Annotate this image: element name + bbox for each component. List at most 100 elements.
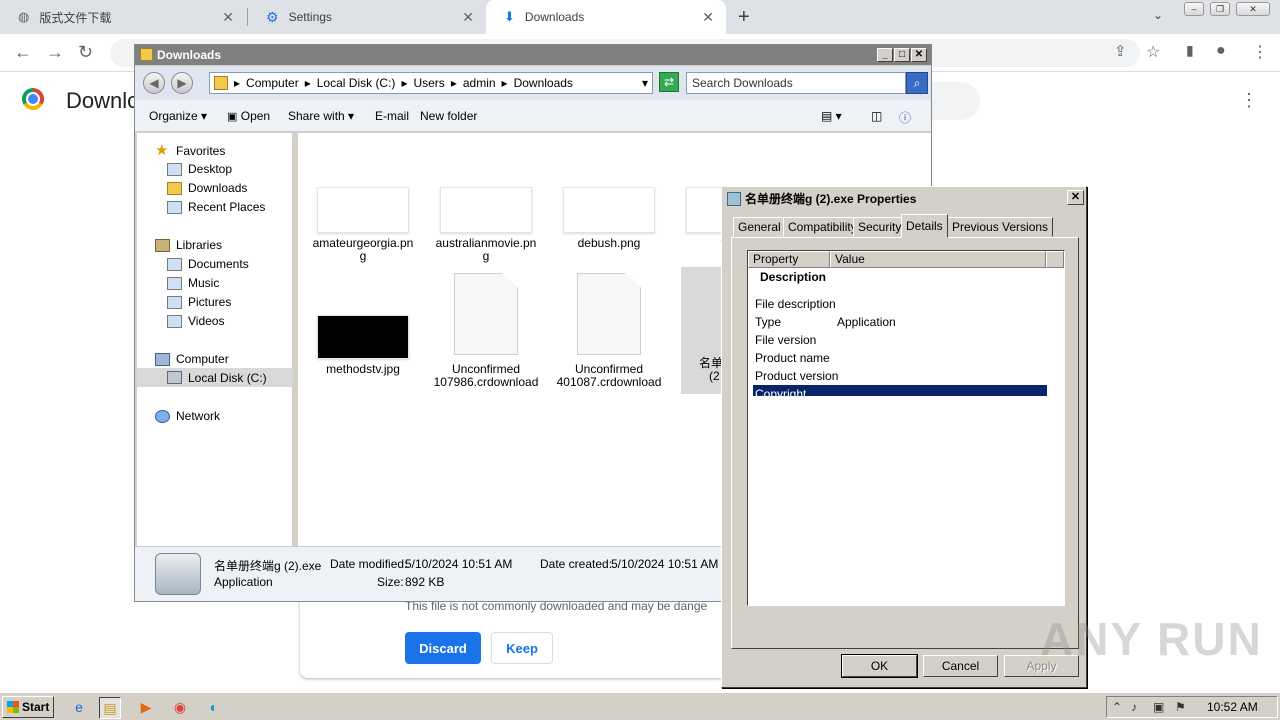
file-item[interactable]: methodstv.jpg bbox=[308, 315, 418, 376]
navigation-pane: ★ Favorites Desktop Downloads Recent Plac… bbox=[137, 133, 295, 546]
close-button[interactable]: ✕ bbox=[911, 48, 927, 62]
forward-icon[interactable]: → bbox=[46, 42, 64, 63]
property-list[interactable]: Property Value Description File descript… bbox=[747, 250, 1065, 606]
keep-button[interactable]: Keep bbox=[491, 632, 553, 664]
property-row-selected[interactable]: Copyright bbox=[753, 385, 1047, 396]
maximize-button[interactable]: □ bbox=[894, 48, 910, 62]
nav-music[interactable]: Music bbox=[167, 276, 219, 290]
nav-pictures[interactable]: Pictures bbox=[167, 295, 231, 309]
chevron-down-icon[interactable]: ⌄ bbox=[1153, 8, 1163, 22]
cancel-button[interactable]: Cancel bbox=[923, 655, 998, 677]
chrome-taskbar-icon[interactable]: ◉ bbox=[169, 697, 191, 719]
nav-recent-places[interactable]: Recent Places bbox=[167, 200, 265, 214]
breadcrumb-admin[interactable]: admin bbox=[463, 76, 496, 90]
property-row[interactable]: File version bbox=[753, 333, 1047, 347]
side-panel-icon[interactable]: ▮ bbox=[1186, 42, 1194, 59]
more-options-icon[interactable]: ⋮ bbox=[1240, 90, 1258, 111]
volume-icon[interactable]: ♪ bbox=[1131, 700, 1137, 714]
search-icon[interactable]: ⌕ bbox=[906, 72, 928, 94]
share-icon[interactable]: ⇪ bbox=[1114, 42, 1127, 60]
edge-icon[interactable]: ◐ bbox=[203, 697, 225, 719]
tab-settings[interactable]: ⚙ Settings ✕ bbox=[248, 0, 486, 34]
dialog-title-bar[interactable]: 名单册终端g (2).exe Properties bbox=[724, 189, 1084, 209]
forward-icon[interactable]: ▶ bbox=[171, 72, 193, 94]
property-row[interactable]: Product name bbox=[753, 351, 1047, 365]
action-center-flag-icon[interactable]: ⚑ bbox=[1175, 700, 1186, 714]
breadcrumb-users[interactable]: Users bbox=[413, 76, 444, 90]
show-hidden-icons-icon[interactable]: ⌃ bbox=[1112, 700, 1122, 714]
close-icon[interactable]: ✕ bbox=[462, 9, 474, 26]
network-tray-icon[interactable]: ▣ bbox=[1153, 700, 1164, 714]
explorer-title-bar[interactable]: Downloads _ □ ✕ bbox=[135, 45, 931, 65]
file-item[interactable]: Unconfirmed 401087.crdownload bbox=[554, 273, 664, 389]
profile-avatar-icon[interactable]: ● bbox=[1216, 42, 1226, 60]
file-item[interactable]: Unconfirmed 107986.crdownload bbox=[431, 273, 541, 389]
tab-security[interactable]: Security bbox=[853, 217, 907, 237]
minimize-button[interactable]: _ bbox=[877, 48, 893, 62]
nav-network[interactable]: Network bbox=[155, 409, 220, 423]
tab-details[interactable]: Details bbox=[901, 214, 948, 238]
reload-icon[interactable]: ↻ bbox=[78, 42, 93, 63]
file-item[interactable]: amateurgeorgia.pn g bbox=[308, 187, 418, 263]
nav-documents[interactable]: Documents bbox=[167, 257, 249, 271]
email-button[interactable]: E-mail bbox=[375, 109, 409, 123]
downloads-search-field[interactable] bbox=[930, 82, 980, 120]
preview-pane-icon[interactable]: ◫ bbox=[871, 109, 882, 123]
watermark: ANY RUN bbox=[1040, 613, 1263, 665]
search-input[interactable]: Search Downloads bbox=[686, 72, 906, 94]
minimize-button[interactable]: – bbox=[1184, 2, 1204, 16]
menu-kebab-icon[interactable]: ⋮ bbox=[1252, 42, 1268, 62]
tab-compatibility[interactable]: Compatibility bbox=[783, 217, 862, 237]
tab-downloads[interactable]: ⬇ Downloads ✕ bbox=[486, 0, 726, 34]
change-view-icon[interactable]: ▤ ▾ bbox=[821, 109, 842, 123]
column-header-property[interactable]: Property bbox=[748, 251, 830, 268]
breadcrumb-computer[interactable]: Computer bbox=[246, 76, 299, 90]
close-button[interactable]: ✕ bbox=[1067, 190, 1084, 205]
help-icon[interactable]: ⓘ bbox=[899, 109, 911, 126]
gear-icon: ⚙ bbox=[266, 8, 279, 25]
nav-downloads[interactable]: Downloads bbox=[167, 181, 247, 195]
computer-icon bbox=[155, 352, 170, 366]
explorer-taskbar-icon[interactable]: ▤ bbox=[99, 697, 121, 719]
new-folder-button[interactable]: New folder bbox=[420, 109, 477, 123]
property-row[interactable]: File description bbox=[753, 297, 1047, 311]
file-item[interactable]: australianmovie.pn g bbox=[431, 187, 541, 263]
dropdown-arrow-icon[interactable]: ▾ bbox=[642, 76, 648, 90]
nav-libraries[interactable]: Libraries bbox=[155, 238, 222, 252]
nav-local-disk[interactable]: Local Disk (C:) bbox=[137, 368, 293, 387]
close-button[interactable]: ✕ bbox=[1236, 2, 1270, 16]
media-player-icon[interactable]: ▶ bbox=[135, 697, 157, 719]
breadcrumb-downloads[interactable]: Downloads bbox=[514, 76, 573, 90]
file-item[interactable]: debush.png bbox=[554, 187, 664, 250]
organize-button[interactable]: Organize ▾ bbox=[149, 109, 207, 123]
property-row[interactable]: Product version bbox=[753, 369, 1047, 383]
details-panel: Property Value Description File descript… bbox=[731, 237, 1079, 649]
start-button[interactable]: Start bbox=[2, 696, 54, 718]
library-icon bbox=[155, 238, 170, 252]
breadcrumb-local-disk[interactable]: Local Disk (C:) bbox=[317, 76, 396, 90]
back-icon[interactable]: ◀ bbox=[143, 72, 165, 94]
nav-favorites[interactable]: ★ Favorites bbox=[155, 143, 225, 158]
open-button[interactable]: ▣ Open bbox=[227, 109, 270, 123]
nav-videos[interactable]: Videos bbox=[167, 314, 224, 328]
new-tab-icon[interactable]: + bbox=[738, 6, 750, 29]
restore-button[interactable]: ❐ bbox=[1210, 2, 1230, 16]
tab-general[interactable]: General bbox=[733, 217, 786, 237]
column-header-value[interactable]: Value bbox=[830, 251, 1046, 268]
bookmark-star-icon[interactable]: ☆ bbox=[1146, 42, 1160, 62]
breadcrumb[interactable]: ▸ Computer ▸ Local Disk (C:) ▸ Users ▸ a… bbox=[209, 72, 653, 94]
property-row[interactable]: Type Application bbox=[753, 315, 1047, 329]
nav-computer[interactable]: Computer bbox=[155, 352, 229, 366]
nav-desktop[interactable]: Desktop bbox=[167, 162, 232, 176]
back-icon[interactable]: ← bbox=[14, 42, 32, 63]
ok-button[interactable]: OK bbox=[841, 654, 918, 678]
discard-button[interactable]: Discard bbox=[405, 632, 481, 664]
tab-file-download[interactable]: ◍ 版式文件下载 ✕ bbox=[0, 0, 246, 34]
refresh-icon[interactable]: ⇄ bbox=[659, 72, 679, 92]
tab-previous-versions[interactable]: Previous Versions bbox=[947, 217, 1054, 237]
clock[interactable]: 10:52 AM bbox=[1207, 700, 1258, 714]
share-with-button[interactable]: Share with ▾ bbox=[288, 109, 354, 123]
internet-explorer-icon[interactable]: e bbox=[68, 697, 90, 719]
close-icon[interactable]: ✕ bbox=[702, 9, 714, 26]
close-icon[interactable]: ✕ bbox=[222, 9, 234, 26]
